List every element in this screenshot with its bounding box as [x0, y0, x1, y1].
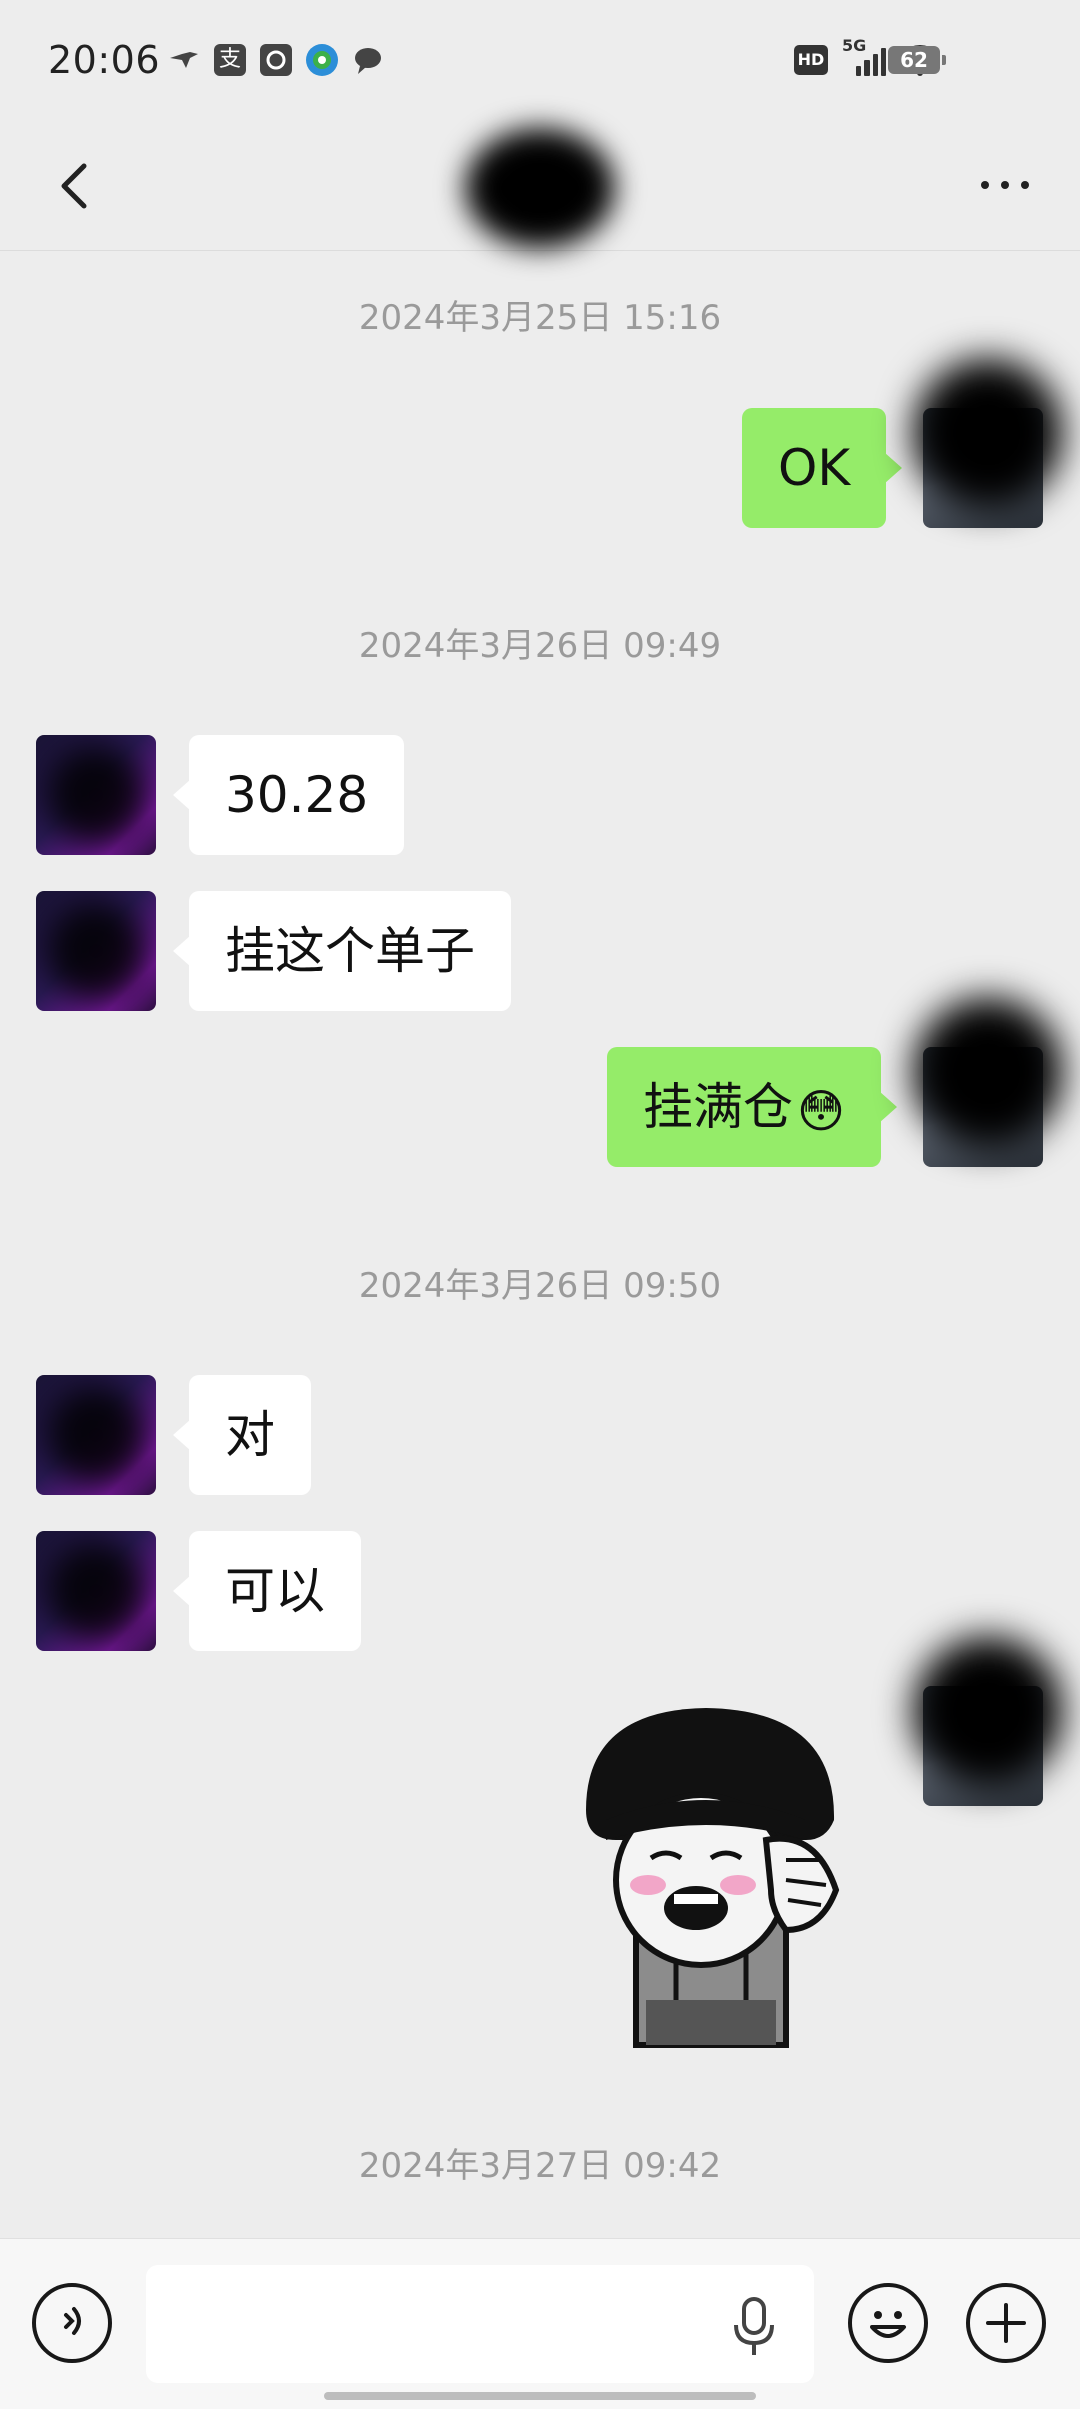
timestamp: 2024年3月27日 09:42 [358, 2146, 722, 2186]
my-avatar[interactable] [923, 408, 1043, 528]
more-actions-button[interactable] [966, 2283, 1046, 2363]
hd-icon: HD [794, 45, 828, 75]
emoji-icon [870, 2311, 906, 2338]
timestamp: 2024年3月26日 09:49 [358, 626, 722, 666]
status-time: 20:06 [48, 38, 161, 82]
incoming-message[interactable]: 对 [173, 1375, 311, 1495]
network-type: 5G [842, 36, 867, 55]
cartoon-face-sticker[interactable] [566, 1690, 866, 2050]
battery-indicator: 62 [888, 46, 946, 74]
plus-icon [986, 2303, 1026, 2343]
notification-icons: 支 [168, 44, 384, 76]
contact-avatar[interactable] [36, 735, 156, 855]
browser-icon [306, 44, 338, 76]
status-bar: 20:06 支 HD 5G 62 [0, 0, 1080, 120]
contact-avatar[interactable] [36, 891, 156, 1011]
message-text: 挂满仓 [643, 1078, 793, 1136]
message-app-icon [260, 44, 292, 76]
input-bar [0, 2238, 1080, 2409]
contact-avatar[interactable] [36, 1375, 156, 1495]
home-indicator[interactable] [324, 2392, 756, 2400]
alipay-icon: 支 [214, 44, 246, 76]
emoji-button[interactable] [848, 2283, 928, 2363]
more-dot-icon [1001, 181, 1009, 189]
flushed-face-emoji: 😳 [797, 1083, 845, 1138]
outgoing-message[interactable]: OK [742, 408, 903, 528]
incoming-message[interactable]: 挂这个单子 [173, 891, 511, 1011]
more-dot-icon [981, 181, 989, 189]
message-input[interactable] [146, 2265, 814, 2383]
timestamp: 2024年3月26日 09:50 [358, 1266, 722, 1306]
incoming-message[interactable]: 30.28 [172, 735, 405, 855]
more-dot-icon [1021, 181, 1029, 189]
my-avatar[interactable] [923, 1047, 1043, 1167]
timestamp: 2024年3月25日 15:16 [358, 298, 722, 338]
chat-bubble-icon [352, 44, 384, 76]
my-avatar[interactable] [923, 1686, 1043, 1806]
outgoing-message[interactable]: 挂满仓😳 [607, 1047, 897, 1167]
incoming-message[interactable]: 可以 [173, 1531, 361, 1651]
bird-icon [168, 44, 200, 76]
title-redaction [465, 128, 615, 248]
voice-toggle-button[interactable] [32, 2283, 112, 2363]
signal-icon: 5G [842, 36, 886, 76]
more-options-button[interactable] [970, 170, 1040, 200]
chat-header: 刘 [0, 120, 1080, 251]
voice-icon [64, 2307, 81, 2335]
microphone-icon[interactable] [732, 2297, 776, 2357]
contact-avatar[interactable] [36, 1531, 156, 1651]
